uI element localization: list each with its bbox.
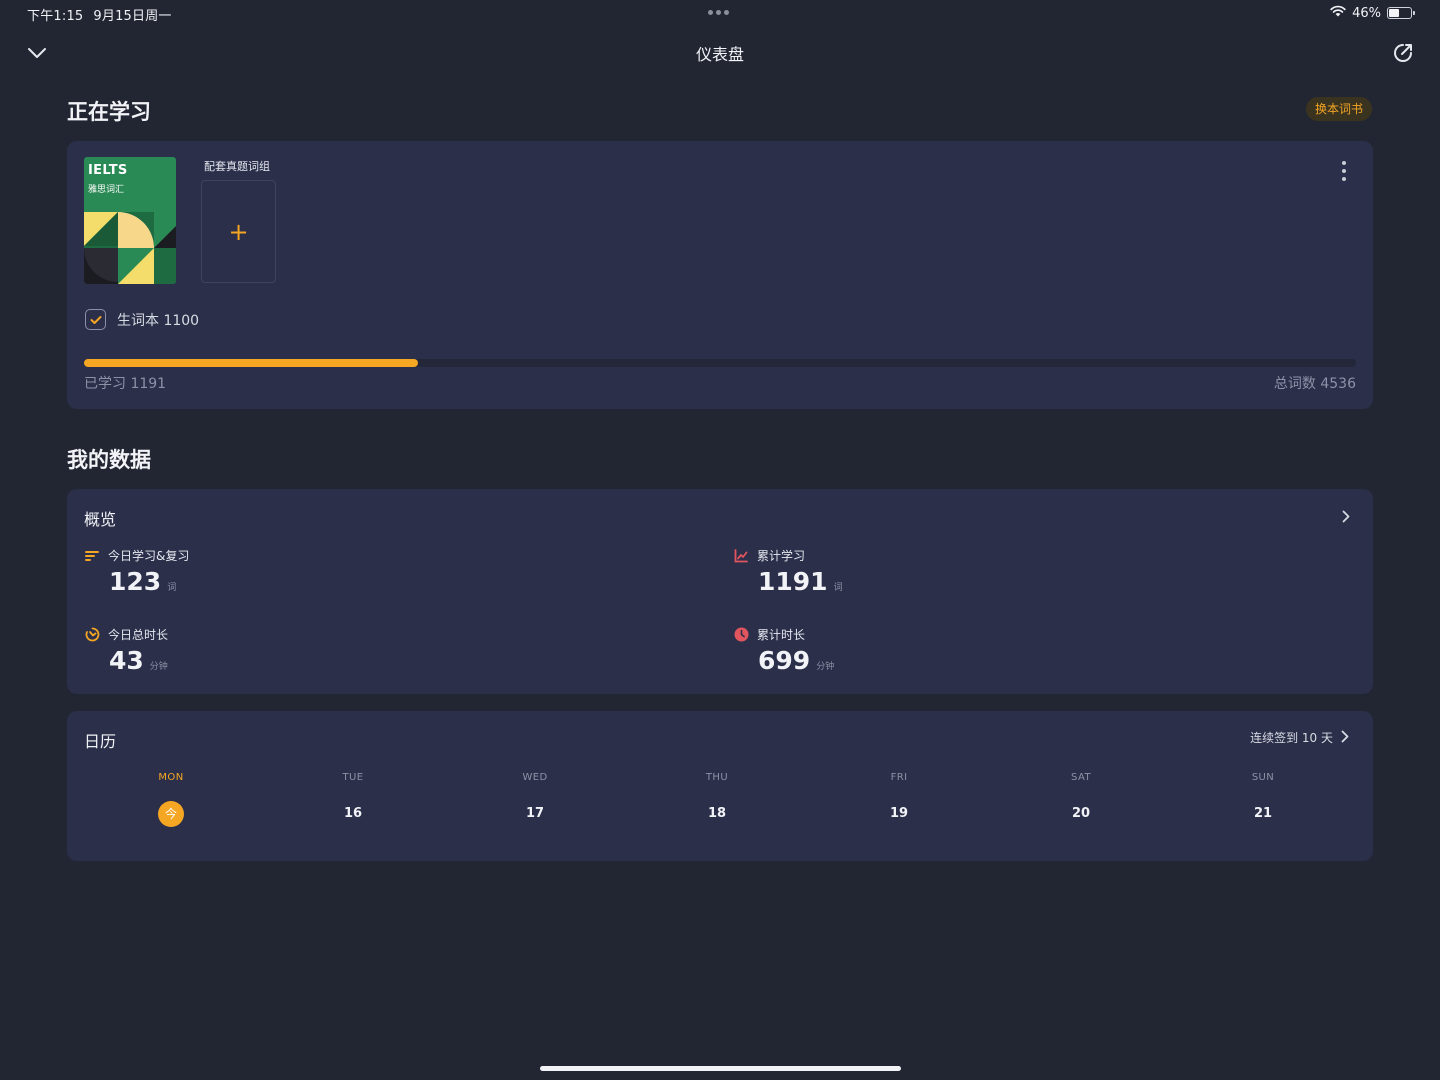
stat-unit: 分钟 bbox=[149, 662, 168, 672]
wordbook-toggle[interactable]: 生词本 1100 bbox=[85, 309, 199, 330]
status-time: 下午1:15 bbox=[27, 9, 84, 24]
day-of-week: SAT bbox=[1071, 772, 1091, 783]
plus-icon: + bbox=[228, 217, 249, 246]
calendar-day-sun[interactable]: SUN 21 bbox=[1233, 772, 1293, 827]
day-number: 19 bbox=[889, 806, 909, 821]
learning-progress-bar bbox=[84, 359, 1356, 367]
line-chart-icon bbox=[733, 548, 749, 564]
status-right: 46% bbox=[1330, 5, 1415, 21]
stat-total-words: 累计学习 1191 词 bbox=[733, 547, 843, 596]
status-date: 9月15日周一 bbox=[93, 9, 172, 24]
streak-link[interactable]: 连续签到 10 天 bbox=[1250, 729, 1349, 746]
stat-label: 今日学习&复习 bbox=[108, 549, 190, 563]
my-data-section-title: 我的数据 bbox=[67, 448, 151, 472]
wordbook-label: 生词本 1100 bbox=[117, 312, 200, 329]
stat-unit: 分钟 bbox=[816, 662, 835, 672]
battery-percent: 46% bbox=[1352, 5, 1381, 21]
day-number: 17 bbox=[525, 806, 545, 821]
stat-label: 累计时长 bbox=[757, 628, 806, 642]
calendar-title: 日历 bbox=[84, 732, 117, 751]
learned-count: 已学习 1191 bbox=[84, 376, 167, 392]
day-of-week: THU bbox=[705, 772, 729, 783]
day-of-week: MON bbox=[158, 772, 184, 783]
day-number: 18 bbox=[707, 806, 727, 821]
stat-today-time: 今日总时长 43 分钟 bbox=[84, 626, 168, 675]
chevron-right-icon bbox=[1341, 730, 1349, 746]
today-marker: 今 bbox=[158, 801, 184, 827]
day-of-week: WED bbox=[522, 772, 548, 783]
calendar-day-fri[interactable]: FRI 19 bbox=[869, 772, 929, 827]
overview-title: 概览 bbox=[84, 510, 117, 529]
calendar-day-tue[interactable]: TUE 16 bbox=[323, 772, 383, 827]
overview-card[interactable]: 概览 今日学习&复习 123 词 累计学习 1191 词 今日总时长 43 分钟… bbox=[67, 489, 1373, 694]
share-icon[interactable] bbox=[1390, 40, 1416, 66]
timer-icon bbox=[84, 627, 100, 643]
status-time-date: 下午1:15 9月15日周一 bbox=[27, 5, 172, 24]
change-book-button[interactable]: 换本词书 bbox=[1305, 97, 1372, 121]
streak-label: 连续签到 10 天 bbox=[1250, 731, 1333, 745]
calendar-card: 日历 连续签到 10 天 MON 今 TUE 16 WED 17 THU 18 … bbox=[67, 711, 1373, 861]
stat-today-words: 今日学习&复习 123 词 bbox=[84, 547, 189, 596]
clock-icon bbox=[733, 627, 749, 643]
multitasking-dots-icon[interactable] bbox=[708, 10, 729, 15]
calendar-day-sat[interactable]: SAT 20 bbox=[1051, 772, 1111, 827]
more-options-icon[interactable] bbox=[1337, 161, 1351, 181]
stat-unit: 词 bbox=[167, 583, 177, 593]
day-of-week: FRI bbox=[890, 772, 908, 783]
status-bar: 下午1:15 9月15日周一 46% bbox=[0, 0, 1440, 26]
calendar-day-thu[interactable]: THU 18 bbox=[687, 772, 747, 827]
home-indicator[interactable] bbox=[540, 1066, 901, 1071]
group-label: 配套真题词组 bbox=[204, 160, 270, 173]
day-of-week: SUN bbox=[1251, 772, 1275, 783]
day-number: 16 bbox=[343, 806, 363, 821]
stat-total-time: 累计时长 699 分钟 bbox=[733, 626, 834, 675]
day-number: 20 bbox=[1071, 806, 1091, 821]
total-count: 总词数 4536 bbox=[1273, 376, 1356, 392]
checkbox-icon[interactable] bbox=[85, 309, 106, 330]
book-cover[interactable]: IELTS 雅思词汇 bbox=[84, 157, 176, 284]
calendar-day-wed[interactable]: WED 17 bbox=[505, 772, 565, 827]
chevron-right-icon[interactable] bbox=[1339, 507, 1353, 525]
book-cover-pattern bbox=[84, 212, 176, 284]
wifi-icon bbox=[1330, 5, 1346, 21]
day-of-week: TUE bbox=[342, 772, 364, 783]
stat-unit: 词 bbox=[833, 583, 843, 593]
current-book-card: IELTS 雅思词汇 配套真题词组 + 生词本 1100 已学习 1191 总词… bbox=[67, 141, 1373, 409]
page-title: 仪表盘 bbox=[695, 45, 744, 64]
day-number: 21 bbox=[1253, 806, 1273, 821]
book-title-en: IELTS bbox=[88, 163, 128, 178]
calendar-day-mon[interactable]: MON 今 bbox=[141, 772, 201, 827]
stat-label: 今日总时长 bbox=[108, 628, 169, 642]
learning-progress-fill bbox=[84, 359, 418, 367]
battery-icon bbox=[1387, 7, 1415, 19]
stat-value: 123 bbox=[109, 567, 162, 596]
stat-value: 699 bbox=[758, 646, 811, 675]
studying-section-title: 正在学习 bbox=[67, 100, 151, 124]
nav-bar: 仪表盘 bbox=[0, 30, 1440, 74]
stat-value: 43 bbox=[109, 646, 144, 675]
stat-label: 累计学习 bbox=[757, 549, 806, 563]
list-icon bbox=[84, 548, 100, 564]
add-group-button[interactable]: + bbox=[201, 180, 276, 283]
stat-value: 1191 bbox=[758, 567, 828, 596]
book-title-cn: 雅思词汇 bbox=[88, 185, 125, 195]
